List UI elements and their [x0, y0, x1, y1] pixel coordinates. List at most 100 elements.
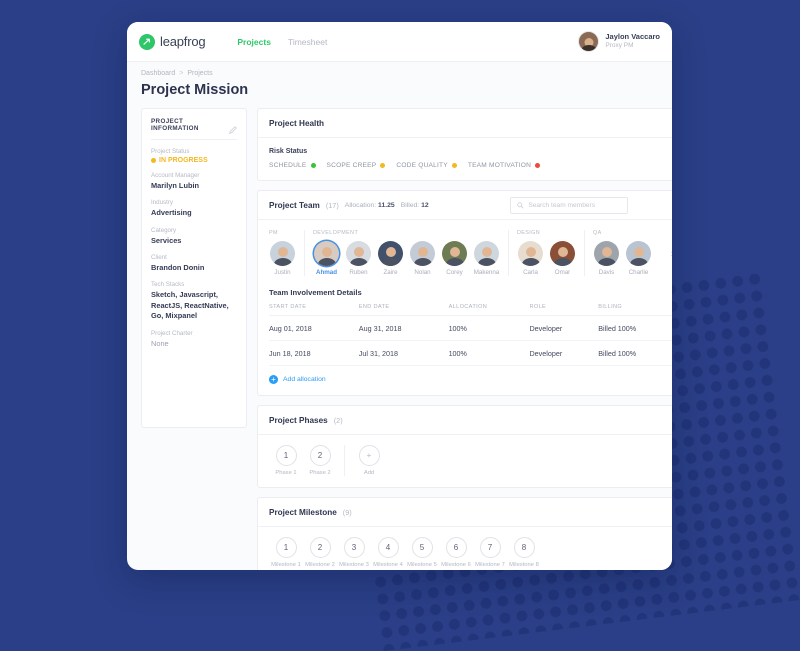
milestone-item[interactable]: 6 Milestone 6	[439, 537, 473, 569]
project-team-body: PM Justin DEVELOPMENT	[258, 220, 672, 395]
team-member[interactable]: Omar	[549, 241, 576, 276]
member-list: Carla Omar	[517, 241, 576, 276]
allocation-meta: Allocation: 11.25	[345, 202, 395, 209]
milestone-item[interactable]: 1 Milestone 1	[269, 537, 303, 569]
field-project-status: Project Status IN PROGRESS	[151, 148, 237, 164]
member-name: Makenna	[473, 269, 500, 276]
add-phase[interactable]: + Add	[352, 445, 386, 476]
risk-dot-icon	[535, 163, 540, 168]
member-name: Zaire	[377, 269, 404, 276]
cell-role: Developer	[529, 341, 598, 366]
main-column: Project Health Risk Status + Add Risk SC…	[257, 108, 672, 570]
risk-label: SCHEDULE	[269, 162, 307, 169]
allocation-label: Allocation:	[345, 202, 376, 209]
milestone-count: (9)	[343, 508, 352, 517]
field-account-manager: Account Manager Marilyn Lubin	[151, 172, 237, 191]
milestone-item[interactable]: 3 Milestone 3	[337, 537, 371, 569]
user-profile[interactable]: Jaylon Vaccaro Proxy PM	[578, 31, 660, 52]
team-member[interactable]: Justin	[269, 241, 296, 276]
logo[interactable]: leapfrog	[139, 34, 205, 50]
carousel-next-icon[interactable]: ›	[668, 248, 672, 258]
project-phases-body: 1 Phase 1 2 Phase 2 + Add	[258, 435, 672, 487]
member-list: Justin	[269, 241, 296, 276]
milestone-item[interactable]: 4 Milestone 4	[371, 537, 405, 569]
team-member[interactable]: Corey	[441, 241, 468, 276]
add-allocation-label: Add allocation	[283, 376, 326, 383]
phase-number: 1	[276, 445, 297, 466]
milestone-label: Milestone 2	[303, 562, 337, 568]
risk-label: TEAM MOTIVATION	[468, 162, 531, 169]
breadcrumb-item-projects[interactable]: Projects	[187, 70, 212, 77]
search-input[interactable]	[528, 202, 621, 209]
field-label: Account Manager	[151, 172, 237, 179]
logo-text: leapfrog	[160, 34, 205, 49]
team-member[interactable]: Charlie	[625, 241, 652, 276]
add-phase-button[interactable]: +	[359, 445, 380, 466]
member-avatar	[410, 241, 435, 266]
risk-list: SCHEDULE SCOPE CREEP CODE QUALITY T	[269, 162, 672, 169]
divider	[344, 445, 345, 476]
project-milestone-header[interactable]: Project Milestone (9)	[258, 498, 672, 527]
nav-link-timesheet[interactable]: Timesheet	[288, 37, 327, 47]
risk-dot-icon	[311, 163, 316, 168]
field-value: None	[151, 339, 237, 349]
project-health-header[interactable]: Project Health	[258, 109, 672, 138]
search-team-members[interactable]	[510, 197, 628, 214]
phase-label: Phase 2	[303, 470, 337, 476]
field-value: Advertising	[151, 208, 237, 218]
team-member[interactable]: Ruben	[345, 241, 372, 276]
team-involvement-title: Team Involvement Details	[269, 288, 672, 297]
team-count: (17)	[326, 201, 339, 210]
milestone-item[interactable]: 2 Milestone 2	[303, 537, 337, 569]
project-information-panel: PROJECT INFORMATION Project Status IN PR…	[141, 108, 247, 428]
edit-pencil-icon[interactable]	[229, 121, 237, 129]
cell-start-date: Aug 01, 2018	[269, 316, 359, 341]
team-member-selected[interactable]: Ahmad	[313, 241, 340, 276]
member-list: Ahmad Ruben Zaire	[313, 241, 500, 276]
col-start-date: START DATE	[269, 304, 359, 316]
milestone-item[interactable]: 7 Milestone 7	[473, 537, 507, 569]
member-name: Davis	[593, 269, 620, 276]
card-title: Project Health	[269, 119, 324, 128]
team-group-development: DEVELOPMENT Ahmad Ruben	[313, 230, 509, 276]
cell-end-date: Jul 31, 2018	[359, 341, 449, 366]
milestone-number: 6	[446, 537, 467, 558]
project-milestone-body: 1 Milestone 1 2 Milestone 2 3 Milestone …	[258, 527, 672, 570]
table-header-row: START DATE END DATE ALLOCATION ROLE BILL…	[269, 304, 672, 316]
milestone-item[interactable]: 5 Milestone 5	[405, 537, 439, 569]
team-member[interactable]: Davis	[593, 241, 620, 276]
risk-status-label: Risk Status	[269, 148, 307, 155]
milestone-number: 7	[480, 537, 501, 558]
team-member[interactable]: Carla	[517, 241, 544, 276]
billed-meta: Billed: 12	[401, 202, 429, 209]
team-member[interactable]: Makenna	[473, 241, 500, 276]
risk-item-schedule[interactable]: SCHEDULE	[269, 162, 316, 169]
col-end-date: END DATE	[359, 304, 449, 316]
add-allocation-button[interactable]: + Add allocation	[269, 375, 672, 384]
member-avatar	[346, 241, 371, 266]
project-health-card: Project Health Risk Status + Add Risk SC…	[257, 108, 672, 181]
group-label: DESIGN	[517, 230, 576, 236]
team-group-qa: QA Davis Charlie	[593, 230, 660, 276]
card-title: Project Milestone	[269, 508, 337, 517]
risk-item-scope-creep[interactable]: SCOPE CREEP	[327, 162, 386, 169]
col-role: ROLE	[529, 304, 598, 316]
project-phases-header[interactable]: Project Phases (2)	[258, 406, 672, 435]
nav-links: Projects Timesheet	[237, 37, 327, 47]
risk-label: SCOPE CREEP	[327, 162, 377, 169]
nav-link-projects[interactable]: Projects	[237, 37, 271, 47]
phase-item[interactable]: 2 Phase 2	[303, 445, 337, 476]
phase-item[interactable]: 1 Phase 1	[269, 445, 303, 476]
app-window: leapfrog Projects Timesheet Jaylon Vacca…	[127, 22, 672, 570]
breadcrumb-item-dashboard[interactable]: Dashboard	[141, 70, 175, 77]
cell-billing: Billed 100%	[598, 341, 672, 366]
milestone-item[interactable]: 8 Milestone 8	[507, 537, 541, 569]
team-member[interactable]: Zaire	[377, 241, 404, 276]
profile-name: Jaylon Vaccaro	[605, 32, 660, 42]
member-avatar	[442, 241, 467, 266]
risk-item-team-motivation[interactable]: TEAM MOTIVATION	[468, 162, 540, 169]
project-phases-card: Project Phases (2) 1 Phase 1 2	[257, 405, 672, 488]
risk-item-code-quality[interactable]: CODE QUALITY	[396, 162, 457, 169]
team-member[interactable]: Nolan	[409, 241, 436, 276]
risk-dot-icon	[380, 163, 385, 168]
